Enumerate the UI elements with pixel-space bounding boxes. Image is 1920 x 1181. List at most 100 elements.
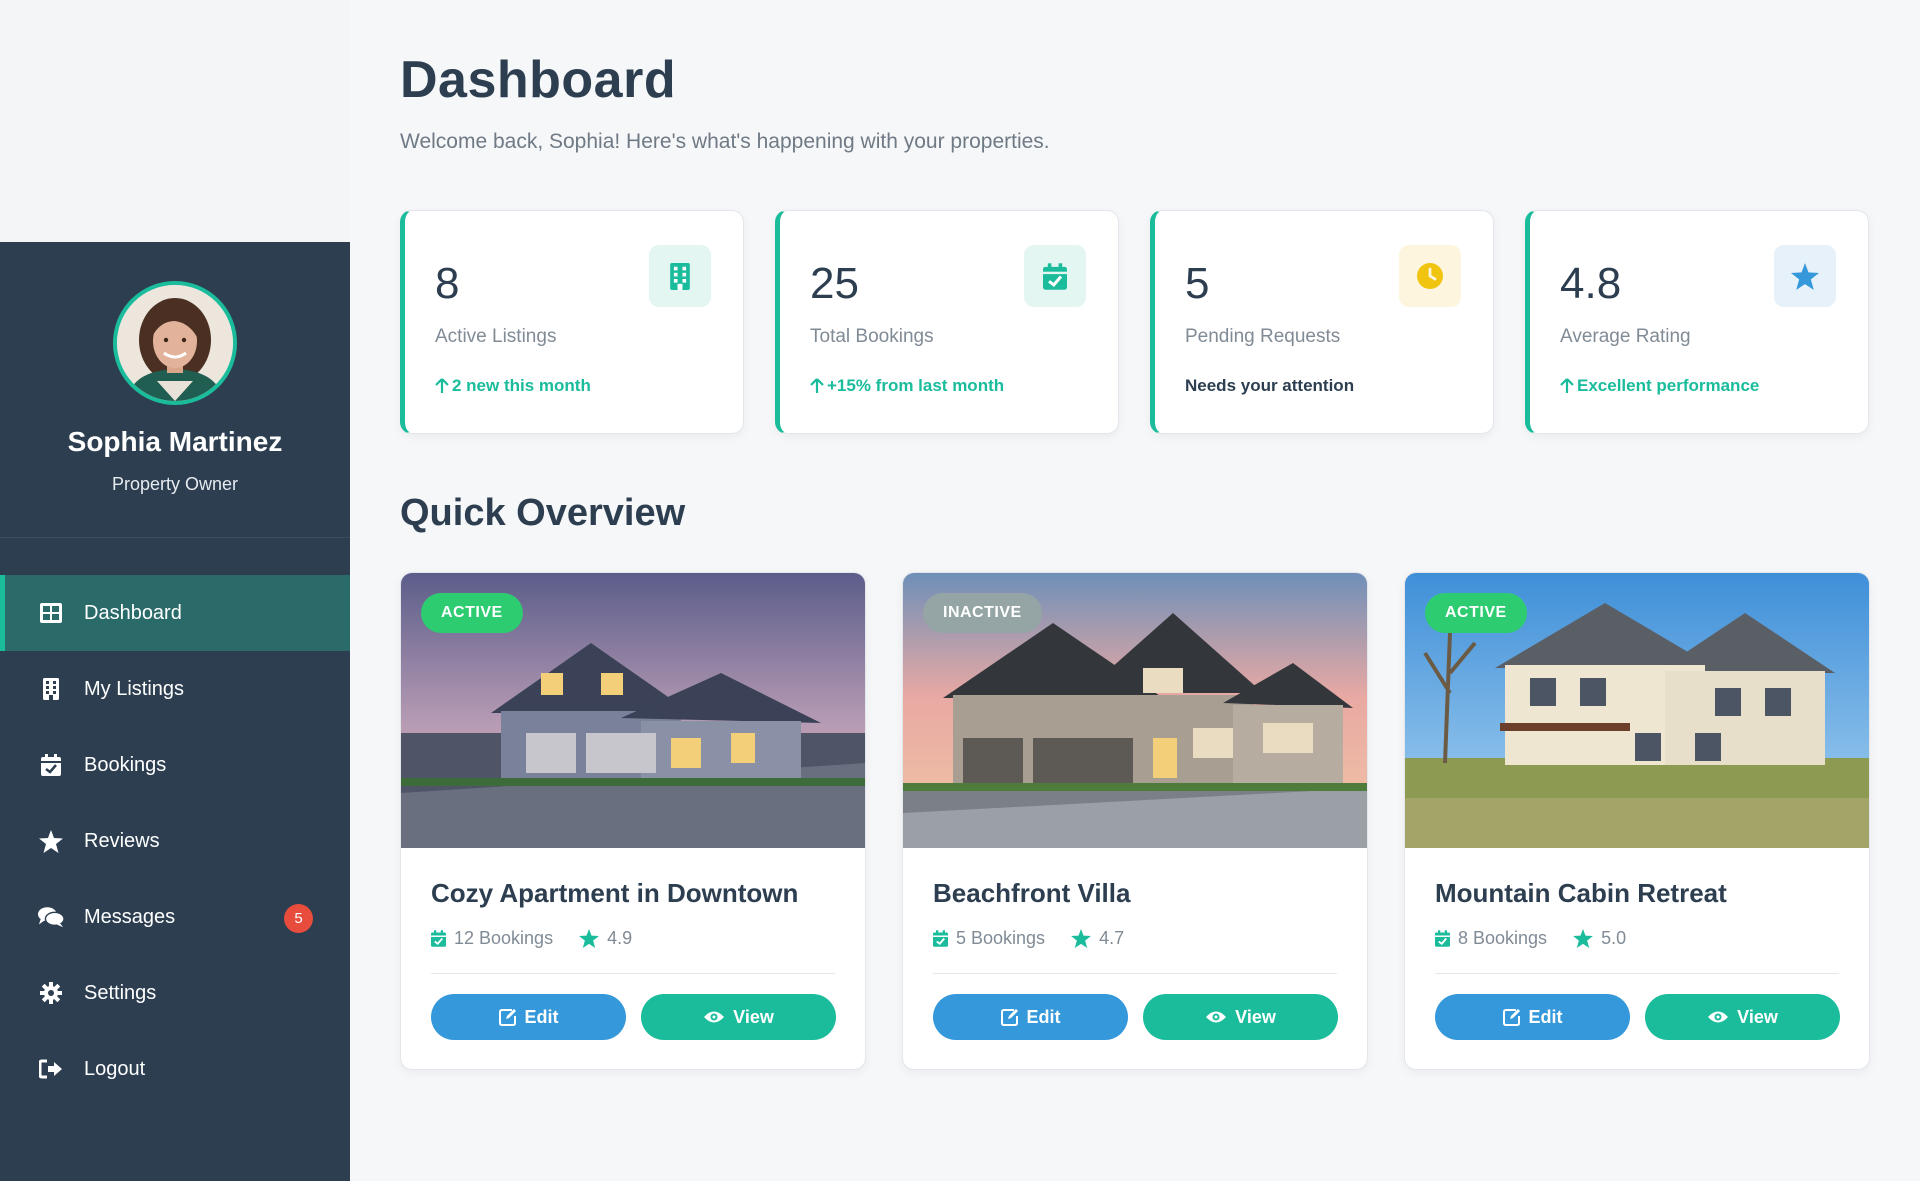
status-badge: ACTIVE — [421, 593, 523, 633]
nav-item-messages[interactable]: Messages 5 — [0, 879, 350, 955]
edit-label: Edit — [1026, 1006, 1061, 1027]
profile-name: Sophia Martinez — [67, 426, 283, 457]
rating-value: 4.7 — [1099, 928, 1125, 948]
view-button[interactable]: View — [1143, 994, 1338, 1040]
stat-label: Pending Requests — [1185, 326, 1341, 347]
nav-item-settings[interactable]: Settings — [0, 955, 350, 1031]
property-image: ACTIVE — [1405, 573, 1869, 848]
property-title: Cozy Apartment in Downtown — [431, 878, 799, 908]
stat-value: 8 — [435, 259, 460, 308]
nav-label: Logout — [84, 1057, 146, 1080]
stat-card-pending-requests: 5 Pending Requests Needs your attention — [1150, 210, 1494, 434]
nav-item-reviews[interactable]: Reviews — [0, 803, 350, 879]
stat-value: 4.8 — [1560, 259, 1622, 308]
star-icon — [579, 929, 599, 948]
nav-label: Settings — [84, 981, 157, 1004]
stat-note-text: Needs your attention — [1185, 376, 1355, 395]
stat-note: Needs your attention — [1185, 376, 1354, 396]
comments-icon — [38, 904, 64, 930]
eye-icon — [1205, 1010, 1227, 1024]
property-card: ACTIVE Cozy Apartment in Downtown 12 Boo… — [400, 572, 866, 1070]
stat-note-text: 2 new this month — [452, 376, 591, 395]
edit-label: Edit — [1528, 1006, 1563, 1027]
status-badge: ACTIVE — [1425, 593, 1527, 633]
calendar-check-icon — [933, 930, 948, 947]
stat-note-text: Excellent performance — [1577, 376, 1760, 395]
property-image: ACTIVE — [401, 573, 865, 848]
rating-value: 5.0 — [1601, 928, 1627, 948]
stat-label: Active Listings — [435, 326, 557, 347]
sidebar-nav: Dashboard My Listings Bookings Reviews M… — [0, 575, 350, 1107]
star-icon — [1573, 929, 1593, 948]
edit-icon — [498, 1008, 517, 1026]
gear-icon — [38, 980, 64, 1006]
calendar-check-icon — [1024, 245, 1086, 307]
nav-item-my-listings[interactable]: My Listings — [0, 651, 350, 727]
property-card: INACTIVE Beachfront Villa 5 Bookings 4.7… — [902, 572, 1368, 1070]
star-icon — [1071, 929, 1091, 948]
property-card: ACTIVE Mountain Cabin Retreat 8 Bookings… — [1404, 572, 1870, 1070]
edit-icon — [1000, 1008, 1019, 1026]
nav-label: My Listings — [84, 677, 185, 700]
sidebar-top-area — [0, 0, 350, 242]
arrow-up-icon — [1560, 378, 1574, 393]
rating-value: 4.9 — [607, 928, 633, 948]
nav-item-bookings[interactable]: Bookings — [0, 727, 350, 803]
stat-card-average-rating: 4.8 Average Rating Excellent performance — [1525, 210, 1869, 434]
edit-button[interactable]: Edit — [431, 994, 626, 1040]
page-subtitle: Welcome back, Sophia! Here's what's happ… — [400, 130, 1050, 153]
avatar — [113, 281, 237, 405]
stat-value: 5 — [1185, 259, 1210, 308]
stat-card-total-bookings: 25 Total Bookings +15% from last month — [775, 210, 1119, 434]
logout-icon — [38, 1056, 64, 1082]
view-label: View — [1235, 1006, 1276, 1027]
dashboard-icon — [38, 600, 64, 626]
nav-label: Reviews — [84, 829, 160, 852]
building-icon — [649, 245, 711, 307]
property-title: Mountain Cabin Retreat — [1435, 878, 1727, 908]
property-meta: 5 Bookings 4.7 — [933, 928, 1124, 949]
section-title: Quick Overview — [400, 492, 686, 534]
star-icon — [38, 828, 64, 854]
edit-button[interactable]: Edit — [933, 994, 1128, 1040]
calendar-check-icon — [1435, 930, 1450, 947]
nav-item-dashboard[interactable]: Dashboard — [0, 575, 350, 651]
property-meta: 12 Bookings 4.9 — [431, 928, 632, 949]
bookings-count: 8 Bookings — [1458, 928, 1548, 948]
sidebar: Sophia Martinez Property Owner Dashboard… — [0, 242, 350, 1181]
eye-icon — [1707, 1010, 1729, 1024]
edit-button[interactable]: Edit — [1435, 994, 1630, 1040]
view-button[interactable]: View — [1645, 994, 1840, 1040]
stat-note-text: +15% from last month — [827, 376, 1005, 395]
view-label: View — [1737, 1006, 1778, 1027]
profile-section: Sophia Martinez Property Owner — [0, 242, 350, 538]
stat-note: 2 new this month — [435, 376, 591, 396]
nav-label: Bookings — [84, 753, 167, 776]
nav-label: Dashboard — [84, 601, 182, 624]
arrow-up-icon — [810, 378, 824, 393]
arrow-up-icon — [435, 378, 449, 393]
stat-card-active-listings: 8 Active Listings 2 new this month — [400, 210, 744, 434]
view-button[interactable]: View — [641, 994, 836, 1040]
bookings-count: 12 Bookings — [454, 928, 554, 948]
calendar-check-icon — [431, 930, 446, 947]
divider — [431, 973, 835, 974]
stat-label: Average Rating — [1560, 326, 1691, 347]
page-title: Dashboard — [400, 51, 677, 109]
star-icon — [1774, 245, 1836, 307]
stat-note: +15% from last month — [810, 376, 1004, 396]
property-title: Beachfront Villa — [933, 878, 1131, 908]
edit-icon — [1502, 1008, 1521, 1026]
stat-value: 25 — [810, 259, 859, 308]
messages-badge: 5 — [284, 904, 313, 933]
profile-role: Property Owner — [111, 474, 239, 494]
status-badge: INACTIVE — [923, 593, 1042, 633]
view-label: View — [733, 1006, 774, 1027]
property-image: INACTIVE — [903, 573, 1367, 848]
edit-label: Edit — [524, 1006, 559, 1027]
nav-item-logout[interactable]: Logout — [0, 1031, 350, 1107]
stat-note: Excellent performance — [1560, 376, 1759, 396]
eye-icon — [703, 1010, 725, 1024]
calendar-check-icon — [38, 752, 64, 778]
bookings-count: 5 Bookings — [956, 928, 1046, 948]
